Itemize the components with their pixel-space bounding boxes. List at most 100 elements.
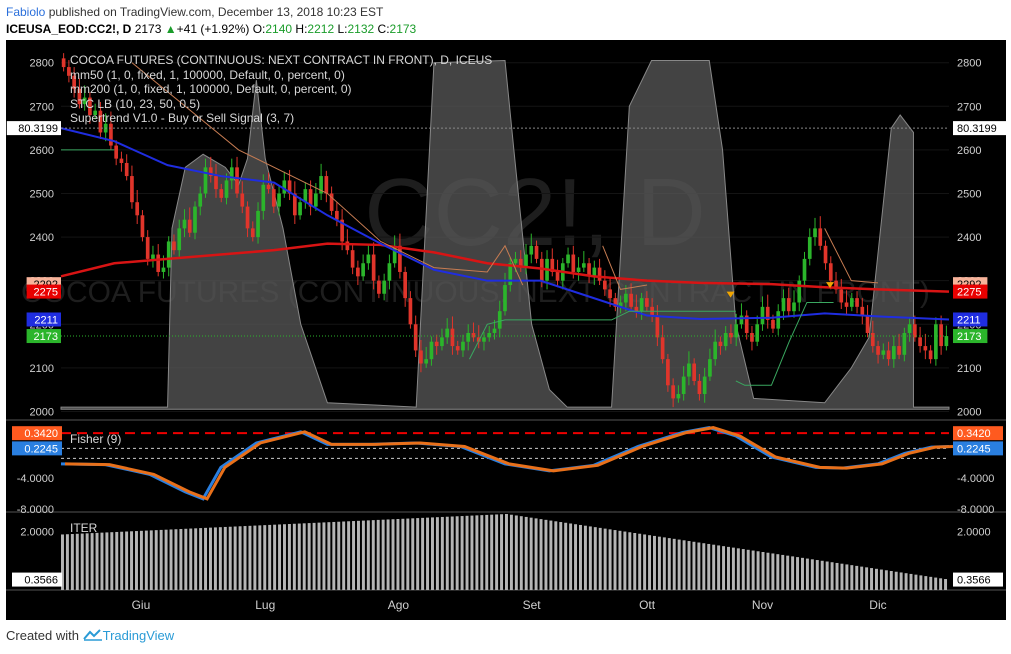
iter-bar — [672, 538, 676, 590]
iter-bar — [199, 528, 203, 590]
left-price-tick: 2500 — [30, 188, 54, 200]
candle-body — [324, 176, 329, 194]
candle-body — [513, 258, 518, 264]
candle-body — [602, 280, 607, 290]
iter-bar — [317, 522, 321, 590]
legend-mm200: mm200 (1, 0, fixed, 1, 100000, Default, … — [70, 82, 352, 96]
candle-body — [797, 280, 802, 303]
iter-bar — [899, 572, 903, 590]
candle-body — [813, 228, 817, 238]
author-link[interactable]: Fabiolo — [6, 5, 45, 19]
iter-bar — [80, 533, 84, 590]
iter-bar — [376, 519, 380, 590]
iter-bar — [366, 520, 370, 590]
iter-bar — [603, 528, 607, 590]
iter-bar — [771, 553, 775, 590]
fisher-badge-label: 0.3420 — [957, 428, 991, 440]
iter-bar — [830, 562, 834, 590]
right-price-tick: 2000 — [957, 406, 981, 418]
iter-bar — [519, 516, 523, 590]
candle-body — [571, 254, 576, 272]
iter-bar — [608, 529, 612, 590]
iter-bar — [120, 531, 124, 590]
iter-bar — [297, 523, 301, 590]
candle-body — [440, 337, 444, 347]
iter-bar — [159, 529, 163, 590]
candle-body — [934, 324, 938, 360]
iter-bar — [875, 568, 878, 590]
candle-body — [681, 376, 686, 395]
price-badge-label: 2211 — [34, 314, 58, 326]
candle-body — [424, 359, 429, 364]
iter-bar — [213, 527, 217, 590]
candle-body — [461, 341, 465, 351]
legend-mm50: mm50 (1, 0, fixed, 1, 100000, Default, 0… — [70, 67, 345, 82]
iter-bar — [337, 521, 341, 590]
iter-bar — [347, 521, 351, 590]
candle-body — [771, 319, 775, 329]
candle-body — [886, 350, 891, 360]
candle-body — [109, 123, 113, 146]
iter-bar — [825, 561, 829, 590]
candle-body — [655, 315, 660, 338]
iter-bar — [638, 533, 642, 590]
footer: Created with TradingView — [6, 628, 174, 643]
candle-body — [729, 332, 733, 338]
chart-svg[interactable]: CC2!, DCOCOA FUTURES (CONTINUOUS: NEXT C… — [6, 40, 1006, 620]
candle-body — [897, 346, 901, 355]
iter-bar — [682, 540, 686, 590]
price-badge-label: 80.3199 — [957, 123, 997, 135]
iter-bar — [70, 534, 74, 590]
right-price-tick: 2100 — [957, 363, 981, 375]
iter-bar — [283, 524, 286, 590]
candle-body — [61, 58, 66, 68]
iter-bar — [712, 544, 716, 590]
candle-body — [807, 237, 812, 259]
iter-bar — [386, 519, 390, 590]
candle-body — [708, 359, 712, 377]
iter-badge-label: 0.3566 — [957, 575, 991, 587]
iter-bar — [741, 549, 745, 590]
candle-body — [492, 328, 497, 333]
iter-bar — [559, 522, 563, 590]
footer-brand[interactable]: TradingView — [103, 628, 175, 643]
iter-bar — [194, 528, 198, 590]
candle-body — [350, 250, 355, 268]
iter-bar — [731, 547, 735, 590]
price-badge-label: 2173 — [957, 331, 981, 343]
iter-bar — [139, 530, 143, 590]
candle-body — [403, 271, 408, 299]
iter-bar — [396, 519, 400, 590]
iter-bar — [727, 546, 730, 590]
fisher-tick: -4.0000 — [17, 473, 54, 485]
x-axis-label: Ott — [639, 598, 656, 612]
candle-body — [119, 158, 124, 163]
iter-bar — [662, 537, 666, 590]
iter-bar — [416, 518, 420, 590]
iter-bar — [204, 527, 208, 590]
iter-bar — [549, 520, 553, 590]
chart-area[interactable]: CC2!, DCOCOA FUTURES (CONTINUOUS: NEXT C… — [6, 40, 1006, 620]
candle-body — [645, 298, 649, 307]
iter-bar — [805, 558, 809, 590]
iter-bar — [761, 552, 765, 590]
close-value: 2173 — [389, 22, 417, 36]
iter-bar — [169, 529, 173, 590]
iter-bar — [125, 531, 129, 590]
candle-body — [524, 254, 528, 268]
iter-bar — [914, 574, 918, 590]
iter-bar — [697, 542, 701, 590]
candle-body — [860, 306, 865, 316]
iter-bar — [643, 534, 647, 590]
candle-body — [335, 210, 339, 220]
x-axis-label: Giu — [132, 598, 151, 612]
candle-body — [277, 193, 281, 207]
price-badge-label: 2275 — [34, 287, 58, 299]
iter-bar — [505, 514, 508, 590]
iter-bar — [810, 559, 814, 590]
iter-bar — [164, 529, 168, 590]
iter-bar — [889, 571, 893, 590]
close-label: C: — [377, 22, 390, 36]
candle-body — [434, 341, 439, 347]
iter-bar — [618, 530, 622, 590]
